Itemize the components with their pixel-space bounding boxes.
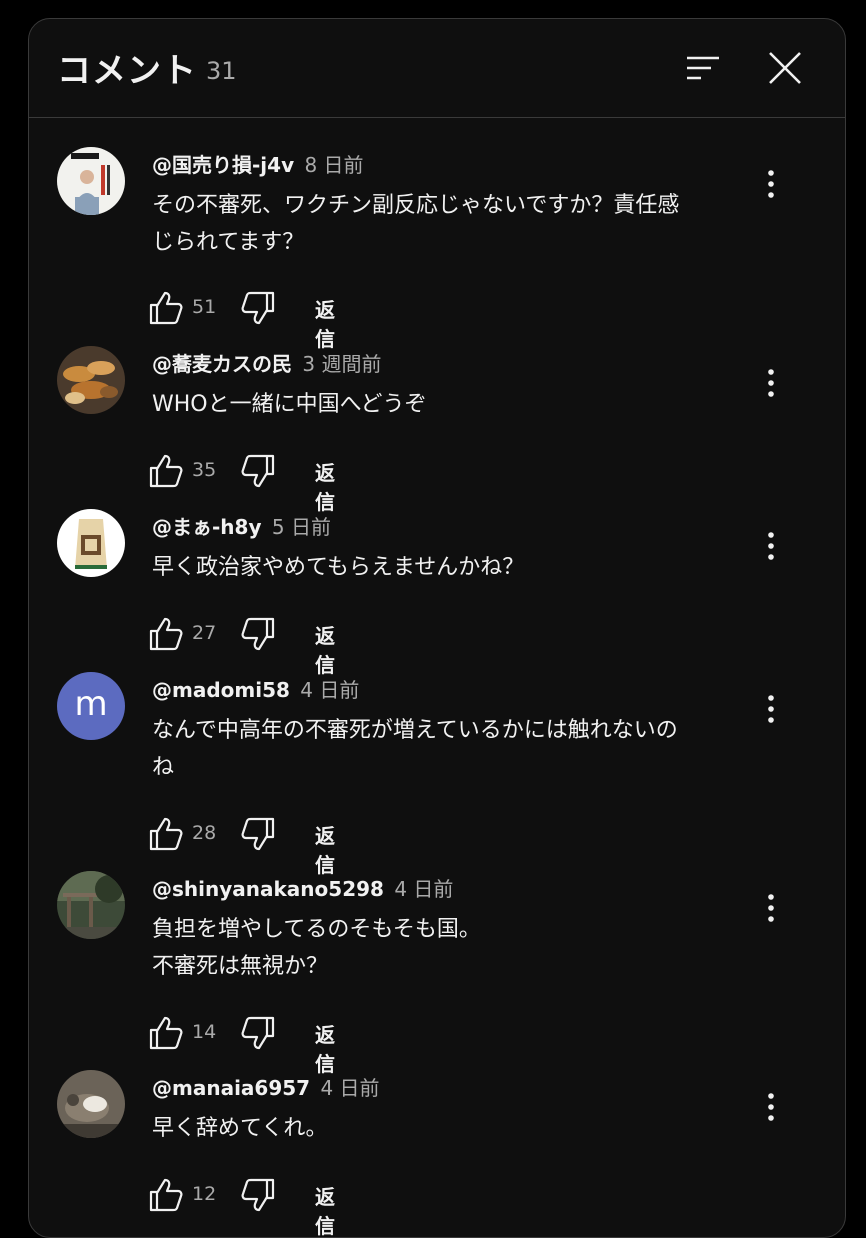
comment-meta: @manaia6957 4 日前 xyxy=(152,1072,380,1101)
comment-time[interactable]: 5 日前 xyxy=(272,515,331,539)
thumbs-up-icon xyxy=(149,454,183,488)
reply-button[interactable]: 返信 xyxy=(315,820,335,878)
thumbs-down-icon xyxy=(241,454,275,488)
comment-text-line: 不審死は無視か？ xyxy=(152,954,329,979)
comment-author[interactable]: @国売り損-j4v xyxy=(152,153,294,177)
comment-author[interactable]: @madomi58 xyxy=(152,678,290,702)
thumbs-down-icon xyxy=(241,1178,275,1212)
dislike-button[interactable] xyxy=(239,815,277,853)
reply-button[interactable]: 返信 xyxy=(315,620,335,678)
comment-text: 早く政治家やめてもらえませんかね？ xyxy=(152,549,742,586)
more-vert-icon xyxy=(768,369,774,397)
thumbs-down-icon xyxy=(241,291,275,325)
more-actions-button[interactable] xyxy=(757,529,785,563)
dislike-button[interactable] xyxy=(239,1014,277,1052)
comment-author[interactable]: @shinyanakano5298 xyxy=(152,877,384,901)
panel-title: コメント xyxy=(57,51,197,91)
thumbs-up-icon xyxy=(149,817,183,851)
rice-bag-avatar[interactable] xyxy=(57,509,125,577)
like-button[interactable] xyxy=(147,1014,185,1052)
more-actions-button[interactable] xyxy=(757,692,785,726)
bird-photo-avatar[interactable] xyxy=(57,1070,125,1138)
comments-panel: コメント 31 @国売り損-j4v 8 日前 その不審死、ワクチン副反応じゃない… xyxy=(28,18,846,1238)
close-button[interactable] xyxy=(763,49,807,89)
comment-time[interactable]: 4 日前 xyxy=(300,678,359,702)
comment-text-line: その不審死、ワクチン副反応じゃないですか？責任感 xyxy=(152,193,680,218)
comment-text-line: なんで中高年の不審死が増えているかには触れないの xyxy=(152,718,678,743)
like-button[interactable] xyxy=(147,452,185,490)
more-vert-icon xyxy=(768,532,774,560)
comment-meta: @蕎麦カスの民 3 週間前 xyxy=(152,348,381,377)
comment-author[interactable]: @蕎麦カスの民 xyxy=(152,352,292,376)
comment-count: 31 xyxy=(206,57,237,85)
dislike-button[interactable] xyxy=(239,289,277,327)
comment-text-line: WHOと一緒に中国へどうぞ xyxy=(152,392,427,417)
more-actions-button[interactable] xyxy=(757,891,785,925)
thumbs-up-icon xyxy=(149,617,183,651)
more-actions-button[interactable] xyxy=(757,366,785,400)
like-button[interactable] xyxy=(147,815,185,853)
more-vert-icon xyxy=(768,695,774,723)
more-actions-button[interactable] xyxy=(757,1090,785,1124)
comment-text-line: 負担を増やしてるのそもそも国。 xyxy=(152,917,481,942)
comment-text-line: じられてます？ xyxy=(152,230,305,255)
like-count: 12 xyxy=(192,1183,217,1205)
like-count: 14 xyxy=(192,1021,217,1043)
book-cover-avatar[interactable] xyxy=(57,147,125,215)
comment-author[interactable]: @manaia6957 xyxy=(152,1076,310,1100)
comment-meta: @madomi58 4 日前 xyxy=(152,674,359,703)
like-button[interactable] xyxy=(147,615,185,653)
thumbs-up-icon xyxy=(149,291,183,325)
close-icon xyxy=(769,52,801,84)
comments-header: コメント 31 xyxy=(29,19,845,118)
like-count: 51 xyxy=(192,296,217,318)
dislike-button[interactable] xyxy=(239,452,277,490)
comment-time[interactable]: 8 日前 xyxy=(304,153,363,177)
comment-text: 負担を増やしてるのそもそも国。 不審死は無視か？ xyxy=(152,911,742,985)
sort-icon xyxy=(687,56,719,80)
comment-text-line: ね xyxy=(152,755,175,780)
like-button[interactable] xyxy=(147,289,185,327)
comment-text: その不審死、ワクチン副反応じゃないですか？責任感 じられてます？ xyxy=(152,187,742,261)
thumbs-down-icon xyxy=(241,617,275,651)
sort-button[interactable] xyxy=(681,49,725,89)
letter-avatar[interactable]: m xyxy=(57,672,125,740)
comment-text: なんで中高年の不審死が増えているかには触れないの ね xyxy=(152,712,742,786)
thumbs-up-icon xyxy=(149,1178,183,1212)
reply-button[interactable]: 返信 xyxy=(315,294,335,352)
comment-meta: @国売り損-j4v 8 日前 xyxy=(152,149,364,178)
comment-text-line: 早く辞めてくれ。 xyxy=(152,1116,328,1141)
comment-time[interactable]: 3 週間前 xyxy=(302,352,381,376)
comment-author[interactable]: @まぁ-h8y xyxy=(152,515,262,539)
reply-button[interactable]: 返信 xyxy=(315,1019,335,1077)
more-actions-button[interactable] xyxy=(757,167,785,201)
more-vert-icon xyxy=(768,170,774,198)
like-button[interactable] xyxy=(147,1176,185,1214)
like-count: 27 xyxy=(192,622,217,644)
dislike-button[interactable] xyxy=(239,1176,277,1214)
comment-time[interactable]: 4 日前 xyxy=(320,1076,379,1100)
dislike-button[interactable] xyxy=(239,615,277,653)
comment-time[interactable]: 4 日前 xyxy=(394,877,453,901)
more-vert-icon xyxy=(768,1093,774,1121)
thumbs-down-icon xyxy=(241,817,275,851)
comment-text: WHOと一緒に中国へどうぞ xyxy=(152,386,742,423)
comment-meta: @shinyanakano5298 4 日前 xyxy=(152,873,453,902)
comment-meta: @まぁ-h8y 5 日前 xyxy=(152,511,331,540)
shrine-photo-avatar[interactable] xyxy=(57,871,125,939)
thumbs-up-icon xyxy=(149,1016,183,1050)
comment-text: 早く辞めてくれ。 xyxy=(152,1110,742,1147)
reply-button[interactable]: 返信 xyxy=(315,457,335,515)
thumbs-down-icon xyxy=(241,1016,275,1050)
like-count: 28 xyxy=(192,822,217,844)
like-count: 35 xyxy=(192,459,217,481)
more-vert-icon xyxy=(768,894,774,922)
comment-text-line: 早く政治家やめてもらえませんかね？ xyxy=(152,555,525,580)
food-photo-avatar[interactable] xyxy=(57,346,125,414)
